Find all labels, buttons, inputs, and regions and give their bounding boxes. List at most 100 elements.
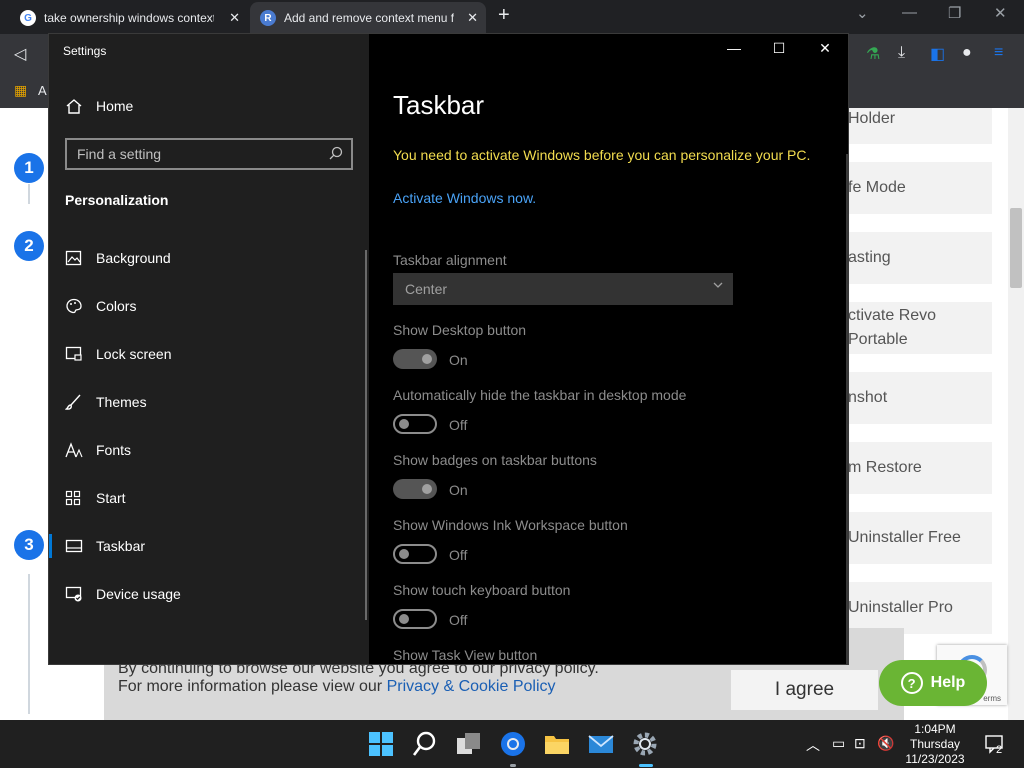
site-icon: R <box>260 10 276 26</box>
alignment-value: Center <box>405 281 448 297</box>
ink-workspace-toggle[interactable] <box>393 544 437 564</box>
cookie-line-2: For more information please view our <box>118 678 387 695</box>
browser-tab-1[interactable]: G take ownership windows context ✕ <box>10 2 248 34</box>
new-tab-icon[interactable]: + <box>498 4 510 27</box>
windows-taskbar: ︿ ▭ ⊡ 🔇 2 <box>0 720 1024 768</box>
help-button[interactable]: ? Help <box>879 660 987 706</box>
help-label: Help <box>930 674 966 691</box>
show-desktop-toggle[interactable] <box>393 349 437 369</box>
toggle-knob <box>422 484 432 494</box>
mail-icon[interactable] <box>587 730 615 758</box>
download-icon[interactable]: ⤓ <box>898 44 905 62</box>
back-icon[interactable]: ◁ <box>14 44 26 64</box>
running-indicator <box>510 764 516 767</box>
toggle-state: On <box>449 482 468 498</box>
nav-device-usage[interactable]: Device usage <box>49 574 365 614</box>
activation-warning: You need to activate Windows before you … <box>393 147 811 163</box>
question-icon: ? <box>900 672 923 694</box>
palette-icon <box>66 298 82 314</box>
search-icon <box>329 146 343 160</box>
toggle-label: Show Desktop button <box>393 322 527 338</box>
tab-search-icon[interactable]: ⌄ <box>856 4 869 22</box>
minimize-icon[interactable]: — <box>719 40 749 56</box>
web-sidebar-item[interactable]: asting <box>848 232 992 284</box>
tab-title: take ownership windows context <box>44 11 214 25</box>
web-sidebar-item[interactable]: fe Mode <box>848 162 992 214</box>
cookie-text: By continuing to browse our website you … <box>118 660 599 696</box>
badges-toggle[interactable] <box>393 479 437 499</box>
brush-icon <box>65 394 81 410</box>
apps-icon[interactable]: ▦ <box>14 82 27 99</box>
nav-fonts[interactable]: Fonts <box>49 430 365 470</box>
nav-start[interactable]: Start <box>49 478 365 518</box>
restore-icon[interactable]: ❐ <box>948 4 961 22</box>
browser-tab-2[interactable]: R Add and remove context menu f ✕ <box>250 2 486 34</box>
maximize-icon[interactable]: ☐ <box>764 40 794 57</box>
volume-muted-icon[interactable]: 🔇 <box>877 735 894 752</box>
scrollbar-thumb[interactable] <box>1010 208 1022 288</box>
alignment-dropdown[interactable]: Center <box>393 273 733 305</box>
step-number: 1 <box>14 153 44 183</box>
labs-icon[interactable]: ⚗ <box>866 44 880 64</box>
chevron-up-icon[interactable]: ︿ <box>806 735 820 755</box>
touch-keyboard-toggle[interactable] <box>393 609 437 629</box>
toggle-state: On <box>449 352 468 368</box>
network-icon[interactable]: ⊡ <box>854 735 866 752</box>
nav-background[interactable]: Background <box>49 238 365 278</box>
settings-nav-pane: Settings Home Find a setting Personaliza… <box>49 34 369 664</box>
nav-label: Taskbar <box>96 538 146 554</box>
settings-gear-icon[interactable] <box>631 730 659 758</box>
web-sidebar-item[interactable]: Uninstaller Free <box>848 512 992 564</box>
close-icon[interactable]: ✕ <box>810 40 840 57</box>
close-tab-icon[interactable]: ✕ <box>229 10 240 26</box>
nav-label: Device usage <box>96 586 181 602</box>
web-sidebar-item[interactable]: Holder <box>848 108 992 144</box>
clock-day: Thursday <box>909 737 961 751</box>
nav-themes[interactable]: Themes <box>49 382 365 422</box>
menu-icon[interactable]: ≡ <box>994 44 1003 62</box>
profile-icon[interactable]: ● <box>962 44 972 62</box>
search-input[interactable]: Find a setting <box>65 138 353 170</box>
web-sidebar-item[interactable]: Uninstaller Pro <box>848 582 992 634</box>
nav-colors[interactable]: Colors <box>49 286 365 326</box>
nav-scrollbar[interactable] <box>365 250 367 620</box>
close-tab-icon[interactable]: ✕ <box>467 10 478 26</box>
nav-lock-screen[interactable]: Lock screen <box>49 334 365 374</box>
taskbar-icon <box>65 539 83 553</box>
close-icon[interactable]: ✕ <box>994 4 1007 22</box>
touch-keyboard-icon[interactable]: ▭ <box>832 735 845 752</box>
page-scrollbar[interactable] <box>1008 108 1024 720</box>
file-explorer-icon[interactable] <box>543 730 571 758</box>
toggle-label: Show touch keyboard button <box>393 582 571 598</box>
system-clock[interactable]: 1:04PM Thursday 11/23/2023 <box>902 722 968 767</box>
fonts-icon <box>65 442 83 458</box>
nav-taskbar[interactable]: Taskbar <box>49 526 365 566</box>
chrome-icon[interactable] <box>499 730 527 758</box>
desktop-screen: G take ownership windows context ✕ R Add… <box>0 0 1024 768</box>
nav-home[interactable]: Home <box>49 86 365 126</box>
web-sidebar-item[interactable]: ctivate Revo Portable <box>848 302 992 354</box>
search-icon[interactable] <box>411 730 439 758</box>
privacy-policy-link[interactable]: Privacy & Cookie Policy <box>387 678 556 695</box>
content-scrollbar[interactable] <box>846 154 848 664</box>
activate-windows-link[interactable]: Activate Windows now. <box>393 190 536 206</box>
browser-tab-strip: G take ownership windows context ✕ R Add… <box>0 0 1024 34</box>
agree-button[interactable]: I agree <box>731 670 878 710</box>
web-sidebar-item[interactable]: nshot <box>848 372 992 424</box>
section-heading: Personalization <box>65 192 169 208</box>
extension-icon[interactable]: ◧ <box>930 44 945 64</box>
toggle-knob <box>399 549 409 559</box>
device-usage-icon <box>65 586 82 602</box>
toggle-label: Show Task View button <box>393 647 538 663</box>
minimize-icon[interactable]: — <box>902 4 917 21</box>
step-connector <box>28 574 30 714</box>
windows-start-icon[interactable] <box>367 730 395 758</box>
toggle-state: Off <box>449 547 468 563</box>
nav-label: Home <box>96 98 134 114</box>
bookmark-label[interactable]: A <box>38 83 47 98</box>
clock-date: 11/23/2023 <box>905 752 965 766</box>
lock-screen-icon <box>65 346 82 361</box>
web-sidebar-item[interactable]: m Restore <box>848 442 992 494</box>
auto-hide-toggle[interactable] <box>393 414 437 434</box>
task-view-icon[interactable] <box>455 730 483 758</box>
